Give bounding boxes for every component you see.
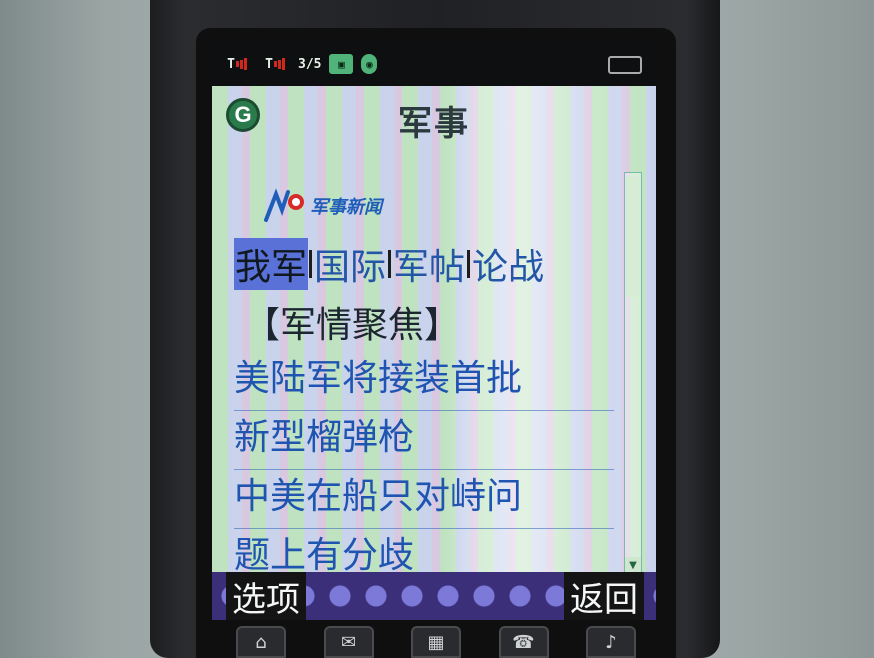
signal-1-label: T — [227, 56, 235, 72]
brand-logo[interactable]: 军事新闻 — [262, 188, 382, 224]
app-icon: ◉ — [361, 54, 378, 74]
softkey-bar: 选项 返回 — [212, 571, 656, 620]
options-softkey[interactable]: 选项 — [226, 571, 306, 620]
news-list: 美陆军将接装首批 新型榴弹枪 中美在船只对峙问 题上有分歧 — [234, 352, 614, 588]
content-area: 军事新闻 我军 国际 军帖 论战 【军情聚焦】 美陆军将接装首批 新型榴弹枪 中… — [212, 146, 632, 588]
signal-2-label: T — [265, 56, 273, 72]
phone-icon[interactable]: ☎ — [498, 626, 549, 658]
data-label: 3/5 — [298, 56, 322, 72]
scrollbar[interactable]: ▼ — [624, 172, 642, 574]
keypad-icon[interactable]: ▦ — [411, 626, 461, 658]
tab-divider — [309, 250, 313, 278]
back-softkey[interactable]: 返回 — [564, 571, 644, 620]
signal-2-icon: T — [260, 54, 290, 74]
section-heading: 【军情聚焦】 — [244, 305, 461, 346]
signal-1-icon: T — [222, 54, 252, 74]
news-link-line[interactable]: 美陆军将接装首批 — [234, 352, 614, 411]
music-icon[interactable]: ♪ — [586, 626, 636, 658]
tab-military-posts[interactable]: 军帖 — [392, 238, 466, 290]
tab-debate[interactable]: 论战 — [471, 238, 545, 290]
brand-text: 军事新闻 — [310, 197, 382, 218]
phone-screen: T T 3/5 ▣ ◉ G 军事 军事新闻 我军 国际 军帖 论战 【军情聚焦】… — [212, 42, 656, 620]
network-box-icon: ▣ — [329, 54, 354, 74]
news-logo-icon — [262, 188, 306, 224]
tab-divider — [388, 250, 392, 278]
tab-international[interactable]: 国际 — [313, 238, 387, 290]
page-title: 军事 — [398, 104, 470, 144]
data-icon: 3/5 — [298, 54, 321, 74]
status-bar: T T 3/5 ▣ ◉ — [212, 42, 656, 86]
home-icon[interactable]: ⌂ — [236, 626, 286, 658]
hardware-keys: ⌂ ✉ ▦ ☎ ♪ — [236, 626, 636, 658]
tab-our-army[interactable]: 我军 — [234, 238, 309, 290]
scroll-thumb[interactable] — [626, 177, 640, 297]
mail-icon[interactable]: ✉ — [323, 626, 374, 658]
tab-divider — [467, 250, 471, 278]
news-link-line[interactable]: 新型榴弹枪 — [234, 411, 614, 470]
category-tabs: 我军 国际 军帖 论战 — [234, 238, 545, 290]
title-bar: G 军事 — [212, 86, 656, 146]
battery-icon — [608, 56, 642, 74]
news-link-line[interactable]: 中美在船只对峙问 — [234, 470, 614, 529]
